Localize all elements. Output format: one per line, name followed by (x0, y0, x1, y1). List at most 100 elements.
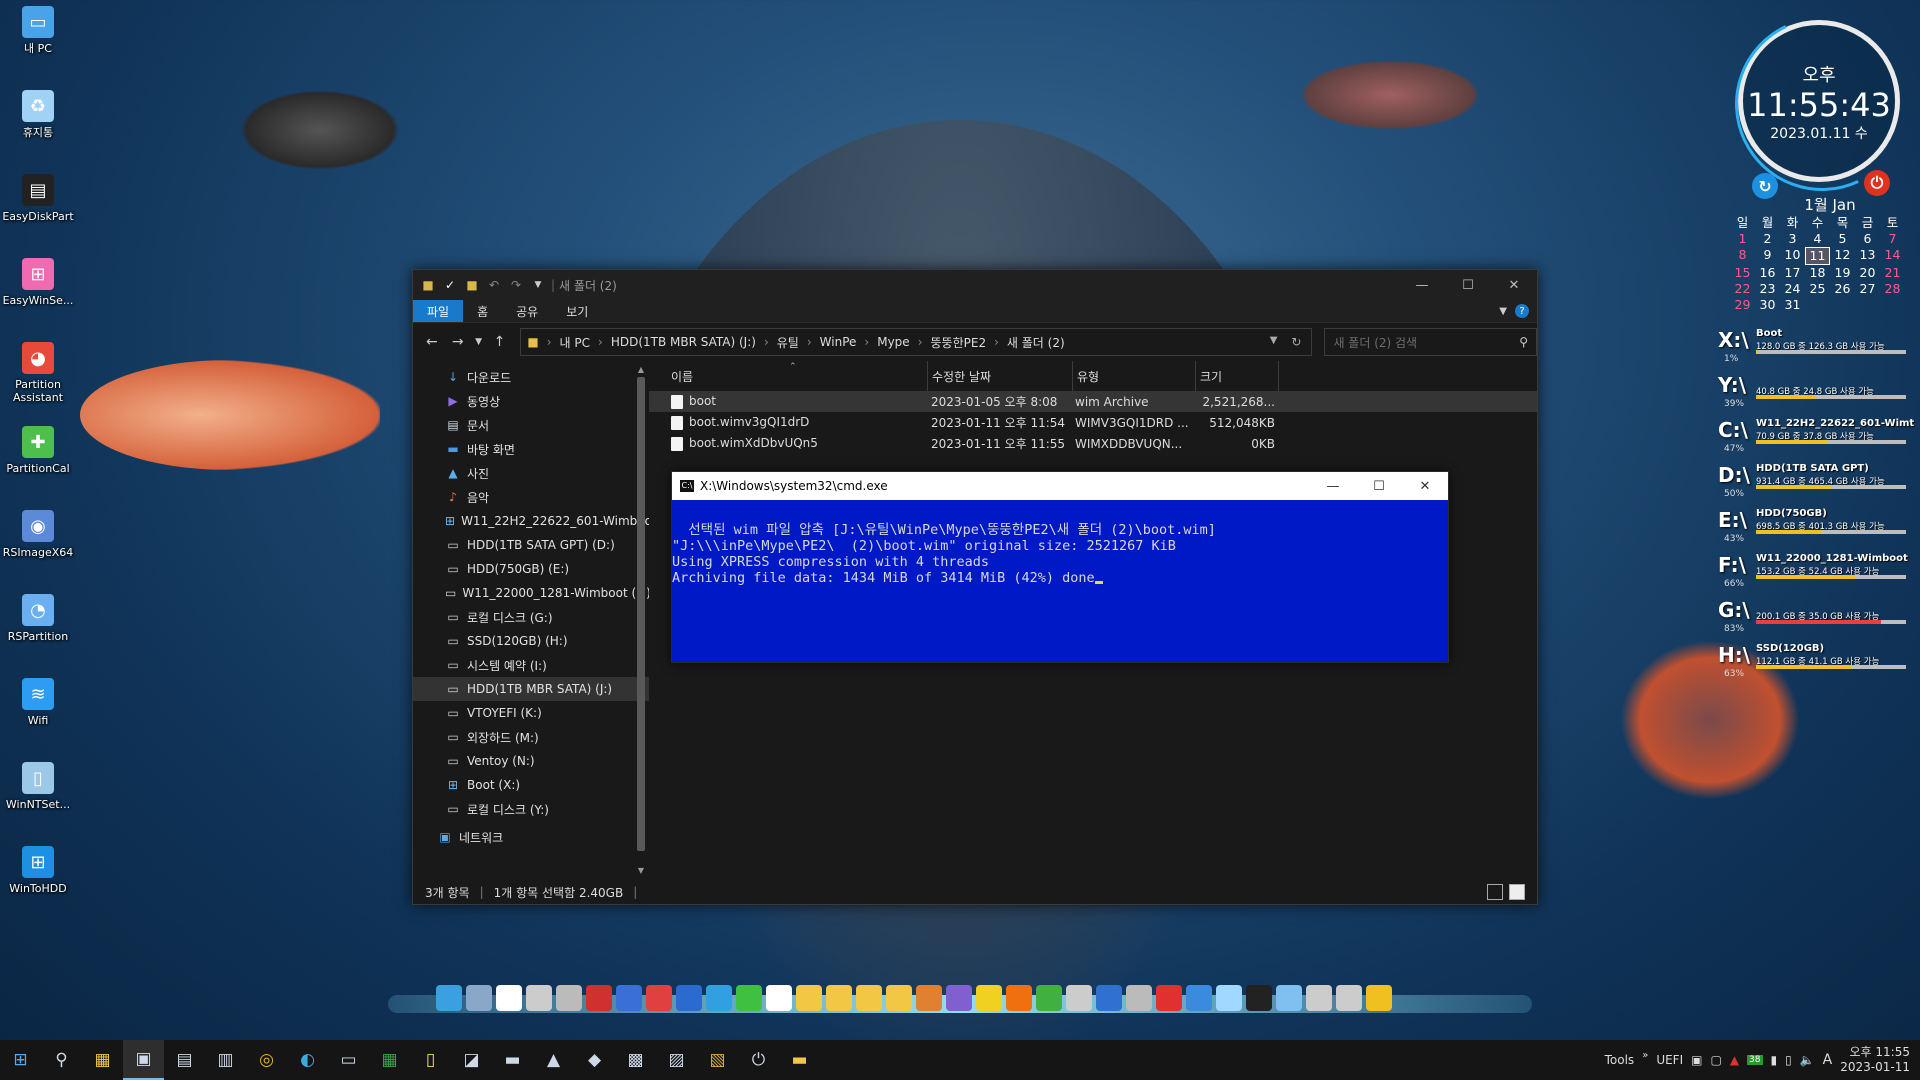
breadcrumb-this-pc[interactable]: 내 PC (560, 334, 590, 351)
nav-item[interactable]: ▭ Ventoy (N:) (413, 749, 649, 773)
edge-icon[interactable]: ◐ (287, 1040, 328, 1080)
search-icon[interactable]: ⚲ (41, 1040, 82, 1080)
title-bar[interactable]: ■ ✓ ■ ↶ ↷ ▼ | 새 폴더 (2) — ☐ ✕ (413, 270, 1537, 300)
folder-sync-icon[interactable]: ▨ (656, 1040, 697, 1080)
network-icon[interactable] (706, 985, 732, 1011)
file-explorer-icon[interactable]: ▦ (82, 1040, 123, 1080)
drive-usage-item[interactable]: H:\ 63% SSD(120GB) 112.1 GB 중 41.1 GB 사용 가능 (1718, 643, 1914, 683)
file-row[interactable]: boot.wimXdDbvUQn5 2023-01-11 오후 11:55 WIMX… (649, 433, 1537, 454)
search-icon[interactable] (466, 985, 492, 1011)
nav-item[interactable]: ▬ 바탕 화면 (413, 437, 649, 461)
network-icon[interactable]: ▩ (615, 1040, 656, 1080)
power-app-icon[interactable]: ⏻ (738, 1040, 779, 1080)
chevron-up-icon[interactable]: » (1642, 1050, 1648, 1061)
cone-icon[interactable] (1006, 985, 1032, 1011)
nav-item[interactable]: ▭ SSD(120GB) (H:) (413, 629, 649, 653)
cd-icon[interactable] (1126, 985, 1152, 1011)
drive-usage-item[interactable]: D:\ 50% HDD(1TB SATA GPT) 931.4 GB 중 465.4 … (1718, 463, 1914, 503)
drive-usage-item[interactable]: F:\ 66% W11_22000_1281-Wimboot 153.2 GB 중 5… (1718, 553, 1914, 593)
torrent-icon[interactable] (1036, 985, 1062, 1011)
cmd-output[interactable]: 선택된 wim 파일 압축 [J:\유틸\WinPe\Mype\뚱뚱한PE2\새… (672, 500, 1448, 618)
chevron-down-icon[interactable]: ▼ (529, 276, 547, 294)
column-header-name[interactable]: 이름 ⌃ (667, 361, 928, 391)
nav-item[interactable]: ▭ HDD(1TB SATA GPT) (D:) (413, 533, 649, 557)
monitor-icon[interactable] (436, 985, 462, 1011)
breadcrumb-pe2[interactable]: 뚱뚱한PE2 (931, 334, 987, 351)
up-button[interactable]: ↑ (489, 331, 511, 353)
expand-ribbon-icon[interactable]: ▼ (1499, 306, 1507, 317)
desktop-icon-item[interactable]: ◔ RSPartition (2, 594, 74, 643)
drop-icon[interactable]: ◆ (574, 1040, 615, 1080)
file-row[interactable]: boot 2023-01-05 오후 8:08 wim Archive 2,521,2… (649, 391, 1537, 412)
close-button[interactable]: ✕ (1491, 270, 1537, 300)
shield-icon[interactable] (766, 985, 792, 1011)
nav-item[interactable]: ▶ 동영상 (413, 389, 649, 413)
drive-usage-item[interactable]: E:\ 43% HDD(750GB) 698.5 GB 중 401.3 GB 사용 가… (1718, 508, 1914, 548)
nav-item[interactable]: ⊞ W11_22H2_22622_601-Wimboot (413, 509, 649, 533)
desktop-icon-item[interactable]: ▤ EasyDiskPart (2, 174, 74, 223)
nav-item[interactable]: ▭ HDD(750GB) (E:) (413, 557, 649, 581)
nav-item[interactable]: ⊞ Boot (X:) (413, 773, 649, 797)
nav-item[interactable]: ▭ 로컬 디스크 (G:) (413, 605, 649, 629)
nav-item[interactable]: ▭ W11_22000_1281-Wimboot (F:) (413, 581, 649, 605)
start-icon[interactable]: ⊞ (0, 1040, 41, 1080)
desktop-icon-item[interactable]: ⊞ WinToHDD (2, 846, 74, 895)
puzzle-icon[interactable] (736, 985, 762, 1011)
monitor-icon[interactable]: ▭ (328, 1040, 369, 1080)
desktop-icon-item[interactable]: ♻ 휴지통 (2, 90, 74, 139)
scroll-down-icon[interactable]: ▼ (635, 866, 647, 875)
column-header-date[interactable]: 수정한 날짜 (928, 361, 1073, 391)
desktop-icon-item[interactable]: ▭ 내 PC (2, 6, 74, 55)
maximize-button[interactable]: ☐ (1445, 270, 1491, 300)
snowflake-icon[interactable] (1216, 985, 1242, 1011)
tab-share[interactable]: 공유 (502, 300, 552, 322)
nav-item[interactable]: ▭ 시스템 예약 (I:) (413, 653, 649, 677)
chart-icon[interactable] (646, 985, 672, 1011)
taskbar-clock[interactable]: 오후 11:55 2023-01-11 (1840, 1045, 1910, 1075)
nav-item[interactable]: ▭ VTOYEFI (K:) (413, 701, 649, 725)
image-icon[interactable] (916, 985, 942, 1011)
details-view-button[interactable] (1487, 884, 1503, 900)
minimize-button[interactable]: — (1399, 270, 1445, 300)
qr-icon[interactable] (496, 985, 522, 1011)
desktop-icon-item[interactable]: ▯ WinNTSet... (2, 762, 74, 811)
floppy-icon[interactable]: ▤ (164, 1040, 205, 1080)
nav-item[interactable]: ▤ 문서 (413, 413, 649, 437)
input-language[interactable]: A (1823, 1052, 1833, 1068)
folder-icon[interactable]: ▬ (779, 1040, 820, 1080)
tools-icon[interactable] (1336, 985, 1362, 1011)
nav-item[interactable]: ↓ 다운로드 (413, 365, 649, 389)
breadcrumb-winpe[interactable]: WinPe (820, 335, 857, 349)
large-icons-view-button[interactable] (1509, 884, 1525, 900)
column-header-size[interactable]: 크기 (1196, 361, 1279, 391)
properties-icon[interactable]: ✓ (441, 276, 459, 294)
folder-icon[interactable] (886, 985, 912, 1011)
desktop-icon-item[interactable]: ◕ Partition Assistant (2, 342, 74, 404)
recent-locations-button[interactable]: ▼ (473, 331, 485, 353)
breadcrumb-current-folder[interactable]: 새 폴더 (2) (1007, 334, 1065, 351)
nav-item[interactable]: ▭ 외장하드 (M:) (413, 725, 649, 749)
tab-file[interactable]: 파일 (413, 300, 464, 322)
grid-icon[interactable] (1276, 985, 1302, 1011)
drive-usage-item[interactable]: X:\ 1% Boot 128.0 GB 중 126.3 GB 사용 가능 (1718, 328, 1914, 368)
nav-item[interactable]: ♪ 음악 (413, 485, 649, 509)
nav-item-network[interactable]: ▣ 네트워크 (413, 825, 649, 849)
zip-icon[interactable]: ▧ (697, 1040, 738, 1080)
usb-icon[interactable] (1306, 985, 1332, 1011)
nav-item[interactable]: ▲ 사진 (413, 461, 649, 485)
monitor-icon[interactable]: ▢ (1710, 1053, 1721, 1067)
desktop-icon-item[interactable]: ✚ PartitionCal (2, 426, 74, 475)
desktop-icon-item[interactable]: ≋ Wifi (2, 678, 74, 727)
folder-icon[interactable] (856, 985, 882, 1011)
player-icon[interactable] (976, 985, 1002, 1011)
breadcrumb-drive[interactable]: HDD(1TB MBR SATA) (J:) (611, 335, 756, 349)
disk-activity-icon[interactable]: ▲ (1730, 1053, 1739, 1067)
pencil-icon[interactable] (1366, 985, 1392, 1011)
breadcrumb-mype[interactable]: Mype (877, 335, 909, 349)
search-input[interactable]: 새 폴더 (2) 검색 ⚲ (1324, 328, 1537, 356)
book-icon[interactable] (946, 985, 972, 1011)
new-folder-icon[interactable]: ■ (463, 276, 481, 294)
chip-icon[interactable] (586, 985, 612, 1011)
network-icon[interactable]: ▣ (1691, 1053, 1702, 1067)
cmd-icon[interactable]: ▣ (123, 1040, 164, 1080)
